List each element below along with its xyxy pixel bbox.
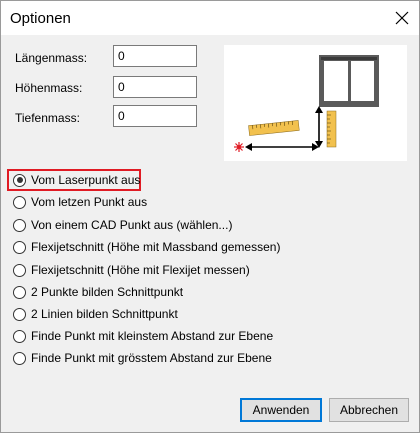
- option-label: Vom letzen Punkt aus: [31, 195, 148, 209]
- height-label: Höhenmass:: [15, 81, 83, 95]
- option-two-points[interactable]: 2 Punkte bilden Schnittpunkt: [13, 283, 183, 301]
- radio-button[interactable]: [13, 240, 26, 254]
- option-two-lines[interactable]: 2 Linien bilden Schnittpunkt: [13, 305, 178, 323]
- radio-button[interactable]: [13, 218, 26, 232]
- option-laser-point[interactable]: Vom Laserpunkt aus: [13, 171, 140, 189]
- horizontal-ruler-icon: [248, 120, 300, 136]
- apply-button[interactable]: Anwenden: [240, 398, 322, 422]
- title-bar: Optionen: [1, 1, 419, 35]
- radio-button-checked[interactable]: [13, 173, 26, 187]
- option-label: Flexijetschnitt (Höhe mit Flexijet messe…: [31, 263, 250, 277]
- option-label: Finde Punkt mit kleinstem Abstand zur Eb…: [31, 329, 274, 343]
- radio-button[interactable]: [13, 195, 26, 209]
- close-icon: [395, 11, 409, 25]
- depth-label: Tiefenmass:: [15, 111, 80, 125]
- radio-button[interactable]: [13, 263, 26, 277]
- option-label: Finde Punkt mit grösstem Abstand zur Ebe…: [31, 351, 272, 365]
- option-flexijet-tape[interactable]: Flexijetschnitt (Höhe mit Massband gemes…: [13, 238, 280, 256]
- option-flexijet-measure[interactable]: Flexijetschnitt (Höhe mit Flexijet messe…: [13, 261, 250, 279]
- depth-field[interactable]: [113, 105, 197, 127]
- laser-point-icon: [234, 142, 244, 152]
- radio-button[interactable]: [13, 307, 26, 321]
- option-label: 2 Punkte bilden Schnittpunkt: [31, 285, 184, 299]
- options-dialog: Optionen Längenmass: Höhenmass: Tiefenma…: [0, 0, 420, 433]
- measurement-illustration: [224, 45, 407, 161]
- dialog-title: Optionen: [10, 10, 71, 27]
- option-label: Von einem CAD Punkt aus (wählen...): [31, 218, 233, 232]
- radio-button[interactable]: [13, 285, 26, 299]
- height-field[interactable]: [113, 76, 197, 98]
- radio-button[interactable]: [13, 351, 26, 365]
- length-field[interactable]: [113, 45, 197, 67]
- option-label: 2 Linien bilden Schnittpunkt: [31, 307, 178, 321]
- option-label: Flexijetschnitt (Höhe mit Massband gemes…: [31, 240, 281, 254]
- option-cad-point[interactable]: Von einem CAD Punkt aus (wählen...): [13, 216, 232, 234]
- option-last-point[interactable]: Vom letzen Punkt aus: [13, 193, 147, 211]
- radio-button[interactable]: [13, 329, 26, 343]
- close-button[interactable]: [393, 9, 411, 27]
- option-max-distance[interactable]: Finde Punkt mit grösstem Abstand zur Ebe…: [13, 349, 272, 367]
- vertical-ruler-icon: [326, 110, 337, 148]
- cancel-button[interactable]: Abbrechen: [329, 398, 409, 422]
- option-label: Vom Laserpunkt aus: [31, 173, 141, 187]
- option-min-distance[interactable]: Finde Punkt mit kleinstem Abstand zur Eb…: [13, 327, 273, 345]
- length-label: Längenmass:: [15, 51, 88, 65]
- window-icon: [319, 55, 379, 107]
